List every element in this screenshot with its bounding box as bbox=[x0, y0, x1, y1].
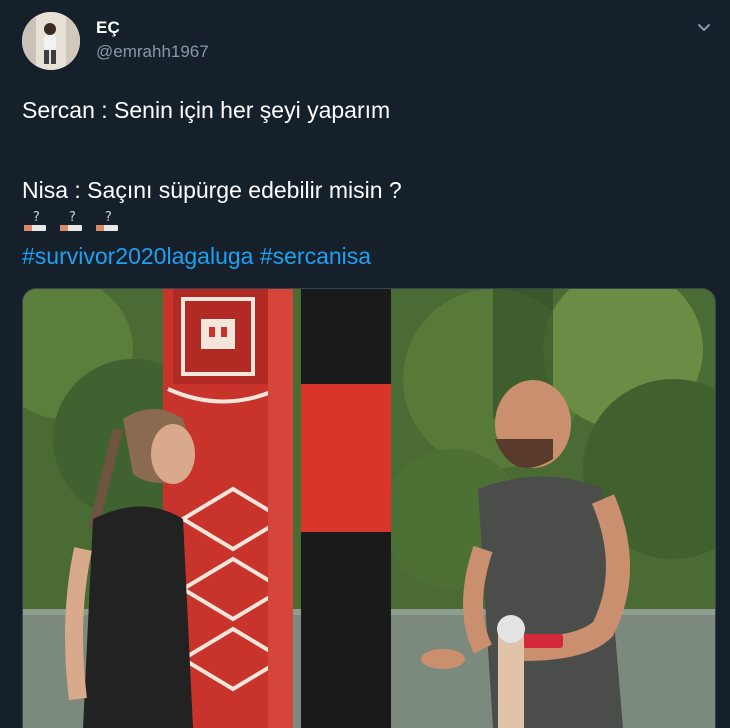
emoji-row: ? ? ? bbox=[22, 207, 702, 237]
author-display-name[interactable]: EÇ bbox=[96, 18, 120, 38]
tweet-line-nisa: Nisa : Saçını süpürge edebilir misin ? bbox=[22, 177, 402, 203]
author-avatar[interactable] bbox=[22, 12, 80, 70]
tv-still-image bbox=[23, 289, 715, 728]
hashtag-sercanisa[interactable]: #sercanisa bbox=[260, 243, 371, 269]
tweet-line-sercan: Sercan : Senin için her şeyi yaparım bbox=[22, 97, 391, 123]
svg-text:?: ? bbox=[69, 210, 76, 225]
svg-text:?: ? bbox=[33, 210, 40, 225]
chevron-down-icon[interactable] bbox=[692, 16, 716, 40]
author-handle[interactable]: @emrahh1967 bbox=[96, 42, 209, 62]
hashtag-row: #survivor2020lagaluga #sercanisa bbox=[22, 241, 702, 271]
avatar-photo-icon bbox=[22, 12, 80, 70]
broom-question-emoji-icon: ? bbox=[94, 210, 120, 234]
tweet: EÇ @emrahh1967 Sercan : Senin için her ş… bbox=[0, 0, 730, 728]
broom-question-emoji-icon: ? bbox=[58, 210, 84, 234]
hashtag-survivor[interactable]: #survivor2020lagaluga bbox=[22, 243, 253, 269]
svg-text:?: ? bbox=[105, 210, 112, 225]
tweet-body: Sercan : Senin için her şeyi yaparım Nis… bbox=[22, 95, 702, 271]
broom-question-emoji-icon: ? bbox=[22, 210, 48, 234]
tweet-media-photo[interactable] bbox=[22, 288, 716, 728]
